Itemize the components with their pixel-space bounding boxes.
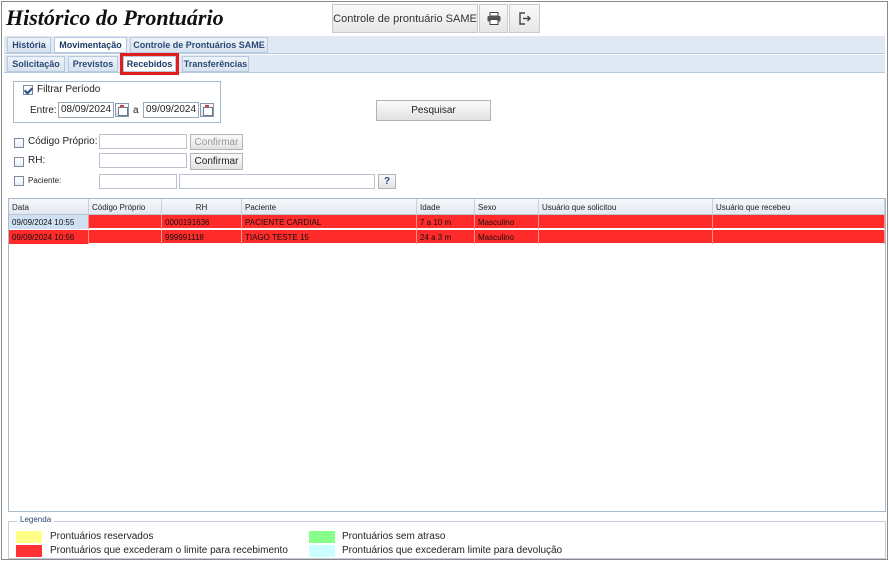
legend-label-receive-overdue: Prontuários que excederam o limite para … <box>50 545 288 556</box>
window-frame: Histórico do Prontuário Controle de pron… <box>1 1 888 560</box>
paciente-name-input[interactable] <box>179 174 375 189</box>
cell-usuario-solicitou <box>539 230 713 244</box>
and-label: a <box>133 105 139 116</box>
table-row[interactable]: 09/09/2024 10:56 999991118 TIAGO TESTE 1… <box>9 230 885 244</box>
cell-idade: 7 a 10 m <box>417 215 475 229</box>
cell-rh: 0000191636 <box>162 215 242 229</box>
rh-input[interactable] <box>99 153 187 168</box>
paciente-checkbox[interactable] <box>14 176 24 186</box>
table-row[interactable]: 09/09/2024 10:55 0000191636 PACIENTE CAR… <box>9 215 885 229</box>
cell-idade: 24 a 3 m <box>417 230 475 244</box>
header: Histórico do Prontuário Controle de pron… <box>2 2 887 35</box>
cell-usuario-recebeu <box>713 230 885 244</box>
between-label: Entre: <box>30 105 57 116</box>
codigo-checkbox[interactable] <box>14 138 24 148</box>
col-header[interactable]: Usuário que recebeu <box>713 199 885 215</box>
col-header[interactable]: Data <box>9 199 89 215</box>
col-header[interactable]: Idade <box>417 199 475 215</box>
col-header[interactable]: RH <box>162 199 242 215</box>
tab-previstos[interactable]: Previstos <box>68 56 118 72</box>
help-button[interactable]: ? <box>378 174 396 189</box>
tab-recebidos[interactable]: Recebidos <box>120 53 179 75</box>
legend-title: Legenda <box>17 515 55 524</box>
tab-solicitacao[interactable]: Solicitação <box>7 56 65 72</box>
tab-historia[interactable]: História <box>7 37 51 53</box>
codigo-input[interactable] <box>99 134 187 149</box>
legend-swatch-reserved <box>16 531 42 543</box>
cell-usuario-solicitou <box>539 215 713 229</box>
printer-icon <box>487 12 500 25</box>
col-header[interactable]: Sexo <box>475 199 539 215</box>
paciente-label: Paciente: <box>28 176 62 185</box>
print-button[interactable] <box>479 4 508 33</box>
cell-paciente: TIAGO TESTE 15 <box>242 230 417 244</box>
cell-paciente: PACIENTE CARDIAL <box>242 215 417 229</box>
paciente-code-input[interactable] <box>99 174 177 189</box>
cell-data: 09/09/2024 10:55 <box>9 215 89 229</box>
cell-sexo: Masculino <box>475 230 539 244</box>
legend-label-reserved: Prontuários reservados <box>50 531 154 542</box>
search-button[interactable]: Pesquisar <box>376 100 491 121</box>
codigo-confirm-button[interactable]: Confirmar <box>190 134 243 150</box>
cell-codigo <box>89 230 162 244</box>
results-grid: Data Código Próprio RH Paciente Idade Se… <box>8 198 886 512</box>
rh-label: RH: <box>28 155 46 166</box>
period-checkbox[interactable] <box>23 85 33 95</box>
legend-swatch-on-time <box>309 531 335 543</box>
legend-swatch-receive-overdue <box>16 545 42 557</box>
date-from-input[interactable]: 08/09/2024 <box>58 102 114 118</box>
cell-usuario-recebeu <box>713 215 885 229</box>
tab-controle-same[interactable]: Controle de Prontuários SAME <box>130 37 268 53</box>
col-header[interactable]: Usuário que solicitou <box>539 199 713 215</box>
legend-label-on-time: Prontuários sem atraso <box>342 531 446 542</box>
main-tab-bar: História Movimentação Controle de Prontu… <box>4 36 885 54</box>
date-to-input[interactable]: 09/09/2024 <box>143 102 199 118</box>
tab-movimentacao[interactable]: Movimentação <box>54 37 127 53</box>
cell-sexo: Masculino <box>475 215 539 229</box>
col-header[interactable]: Código Próprio <box>89 199 162 215</box>
same-control-button[interactable]: Controle de prontuário SAME <box>332 4 478 33</box>
rh-confirm-button[interactable]: Confirmar <box>190 153 243 170</box>
period-label: Filtrar Período <box>37 84 101 95</box>
period-filter-box: Filtrar Período Entre: 08/09/2024 a 09/0… <box>13 81 221 123</box>
legend-swatch-return-overdue <box>309 545 335 557</box>
exit-button[interactable] <box>509 4 540 33</box>
tab-transferencias[interactable]: Transferências <box>182 56 249 72</box>
page-title: Histórico do Prontuário <box>6 5 224 30</box>
calendar-icon[interactable] <box>200 103 214 117</box>
cell-data: 09/09/2024 10:56 <box>9 230 89 244</box>
codigo-label: Código Próprio: <box>28 136 98 147</box>
col-header[interactable]: Paciente <box>242 199 417 215</box>
exit-icon <box>519 12 531 25</box>
rh-checkbox[interactable] <box>14 157 24 167</box>
cell-rh: 999991118 <box>162 230 242 244</box>
legend: Legenda Prontuários reservados Prontuári… <box>8 515 886 559</box>
cell-codigo <box>89 215 162 229</box>
grid-header: Data Código Próprio RH Paciente Idade Se… <box>9 199 885 215</box>
sub-tab-bar: Solicitação Previstos Recebidos Transfer… <box>4 53 885 75</box>
calendar-icon[interactable] <box>115 103 129 117</box>
legend-label-return-overdue: Prontuários que excederam limite para de… <box>342 545 563 556</box>
